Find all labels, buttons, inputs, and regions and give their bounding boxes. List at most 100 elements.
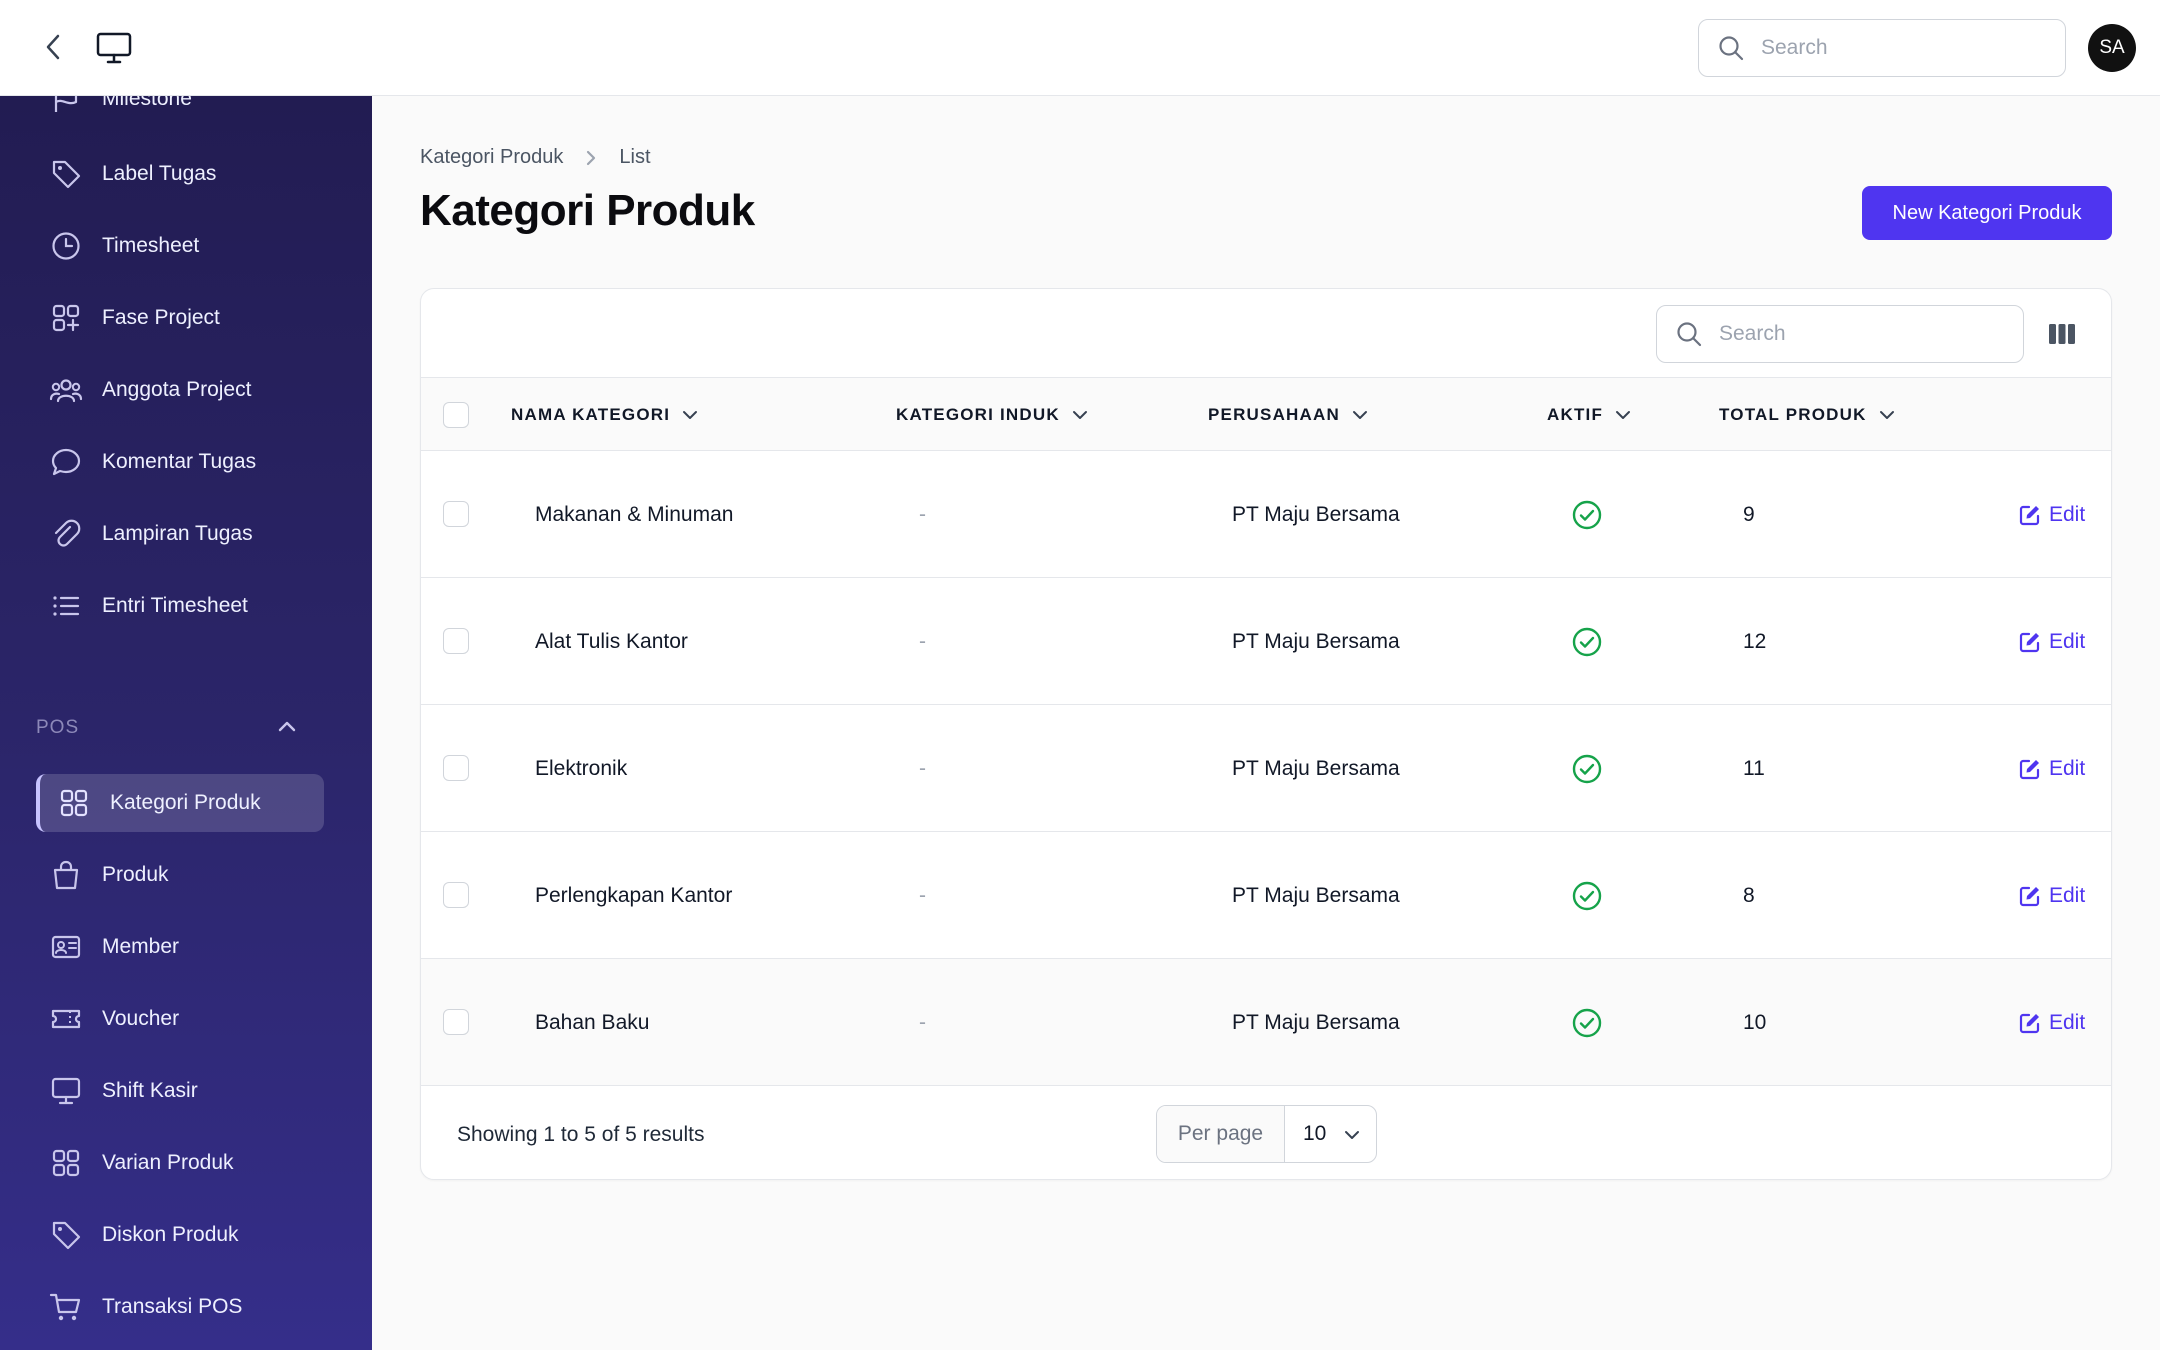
sidebar-item-entri-timesheet[interactable]: Entri Timesheet (36, 577, 324, 635)
monitor-icon[interactable] (94, 28, 134, 68)
sidebar-item-varian-produk[interactable]: Varian Produk (36, 1134, 324, 1192)
select-all-checkbox[interactable] (443, 402, 469, 428)
chevron-down-icon (1615, 410, 1631, 420)
new-kategori-produk-button[interactable]: New Kategori Produk (1862, 186, 2112, 240)
list-icon (46, 586, 86, 626)
cell-perusahaan: PT Maju Bersama (1232, 883, 1400, 907)
sidebar-item-label: Produk (102, 863, 169, 886)
pencil-square-icon (2019, 885, 2041, 907)
sidebar-item-transaksi-pos[interactable]: Transaksi POS (36, 1278, 324, 1336)
chevron-down-icon (682, 410, 698, 420)
flag-icon (46, 96, 86, 119)
cell-total-produk: 11 (1743, 756, 1765, 780)
column-header-label: NAMA KATEGORI (511, 405, 671, 424)
sidebar-item-anggota-project[interactable]: Anggota Project (36, 361, 324, 419)
per-page-select[interactable]: Per page 10 (1156, 1105, 1377, 1163)
pencil-square-icon (2019, 504, 2041, 526)
sidebar-item-voucher[interactable]: Voucher (36, 990, 324, 1048)
cell-nama-kategori: Perlengkapan Kantor (535, 883, 733, 907)
cell-kategori-induk: - (919, 1010, 926, 1034)
sidebar-item-label: Shift Kasir (102, 1079, 198, 1102)
column-header-perusahaan[interactable]: PERUSAHAAN (1208, 378, 1368, 452)
global-search[interactable] (1698, 19, 2066, 77)
sidebar-item-timesheet[interactable]: Timesheet (36, 217, 324, 275)
cell-perusahaan: PT Maju Bersama (1232, 629, 1400, 653)
edit-label: Edit (2049, 1010, 2086, 1034)
sidebar-item-shift-kasir[interactable]: Shift Kasir (36, 1062, 324, 1120)
active-check-icon (1571, 832, 1603, 959)
cell-kategori-induk: - (919, 629, 926, 653)
row-checkbox[interactable] (443, 1009, 469, 1035)
sidebar-item-label: Anggota Project (102, 378, 252, 401)
sidebar: Milestone Label Tugas Timesheet Fase Pro… (0, 96, 372, 1350)
table-footer: Showing 1 to 5 of 5 results Per page 10 (421, 1089, 2111, 1179)
page-title: Kategori Produk (420, 186, 755, 235)
sidebar-item-fase-project[interactable]: Fase Project (36, 289, 324, 347)
row-checkbox[interactable] (443, 755, 469, 781)
sidebar-item-komentar-tugas[interactable]: Komentar Tugas (36, 433, 324, 491)
table-row[interactable]: Makanan & Minuman - PT Maju Bersama 9 Ed… (421, 451, 2111, 578)
global-search-input[interactable] (1761, 36, 2021, 60)
row-checkbox[interactable] (443, 501, 469, 527)
edit-label: Edit (2049, 883, 2086, 907)
chevron-up-icon[interactable] (276, 717, 298, 739)
sidebar-item-label: Voucher (102, 1007, 180, 1030)
squares-icon (54, 783, 94, 823)
sidebar-section-pos[interactable]: POS (36, 708, 298, 748)
pencil-square-icon (2019, 1012, 2041, 1034)
sidebar-item-label: Milestone (102, 96, 192, 110)
search-icon (1675, 319, 1705, 349)
table-row[interactable]: Alat Tulis Kantor - PT Maju Bersama 12 E… (421, 578, 2111, 705)
chat-bubble-icon (46, 442, 86, 482)
sidebar-item-produk[interactable]: Produk (36, 846, 324, 904)
section-label: POS (36, 717, 80, 738)
table-search[interactable] (1656, 305, 2024, 363)
user-avatar[interactable]: SA (2088, 24, 2136, 72)
table-row[interactable]: Elektronik - PT Maju Bersama 11 Edit (421, 705, 2111, 832)
chevron-right-icon (585, 149, 597, 167)
edit-button[interactable]: Edit (2019, 832, 2085, 959)
shopping-bag-icon (46, 855, 86, 895)
column-toggle-icon[interactable] (2045, 319, 2079, 349)
cell-perusahaan: PT Maju Bersama (1232, 756, 1400, 780)
cell-kategori-induk: - (919, 502, 926, 526)
column-header-nama-kategori[interactable]: NAMA KATEGORI (511, 378, 698, 452)
search-icon (1717, 33, 1747, 63)
sidebar-item-diskon-produk[interactable]: Diskon Produk (36, 1206, 324, 1264)
sidebar-item-milestone[interactable]: Milestone (36, 96, 324, 128)
pencil-square-icon (2019, 758, 2041, 780)
column-header-kategori-induk[interactable]: KATEGORI INDUK (896, 378, 1088, 452)
row-checkbox[interactable] (443, 882, 469, 908)
sidebar-item-kategori-produk[interactable]: Kategori Produk (36, 774, 324, 832)
cell-nama-kategori: Alat Tulis Kantor (535, 629, 688, 653)
edit-button[interactable]: Edit (2019, 578, 2085, 705)
column-header-total-produk[interactable]: TOTAL PRODUK (1719, 378, 1895, 452)
edit-button[interactable]: Edit (2019, 705, 2085, 832)
cell-perusahaan: PT Maju Bersama (1232, 1010, 1400, 1034)
tag-icon (46, 1215, 86, 1255)
row-checkbox[interactable] (443, 628, 469, 654)
sidebar-item-member[interactable]: Member (36, 918, 324, 976)
table-row[interactable]: Perlengkapan Kantor - PT Maju Bersama 8 … (421, 832, 2111, 959)
active-check-icon (1571, 959, 1603, 1086)
sidebar-item-label: Timesheet (102, 234, 200, 257)
cell-total-produk: 10 (1743, 1010, 1767, 1034)
sidebar-item-lampiran-tugas[interactable]: Lampiran Tugas (36, 505, 324, 563)
chevron-down-icon (1344, 1122, 1360, 1146)
edit-button[interactable]: Edit (2019, 959, 2085, 1086)
sidebar-item-label: Diskon Produk (102, 1223, 239, 1246)
cell-kategori-induk: - (919, 756, 926, 780)
table-row[interactable]: Bahan Baku - PT Maju Bersama 10 Edit (421, 959, 2111, 1086)
back-chevron-icon[interactable] (36, 30, 70, 64)
cell-total-produk: 12 (1743, 629, 1767, 653)
table-search-input[interactable] (1719, 322, 1979, 346)
user-group-icon (46, 370, 86, 410)
breadcrumb-parent[interactable]: Kategori Produk (420, 146, 563, 169)
edit-label: Edit (2049, 756, 2086, 780)
edit-button[interactable]: Edit (2019, 451, 2085, 578)
sidebar-item-label-tugas[interactable]: Label Tugas (36, 145, 324, 203)
per-page-dropdown[interactable]: 10 (1285, 1106, 1376, 1162)
chevron-down-icon (1879, 410, 1895, 420)
column-header-aktif[interactable]: AKTIF (1547, 378, 1631, 452)
sidebar-item-label: Entri Timesheet (102, 594, 248, 617)
